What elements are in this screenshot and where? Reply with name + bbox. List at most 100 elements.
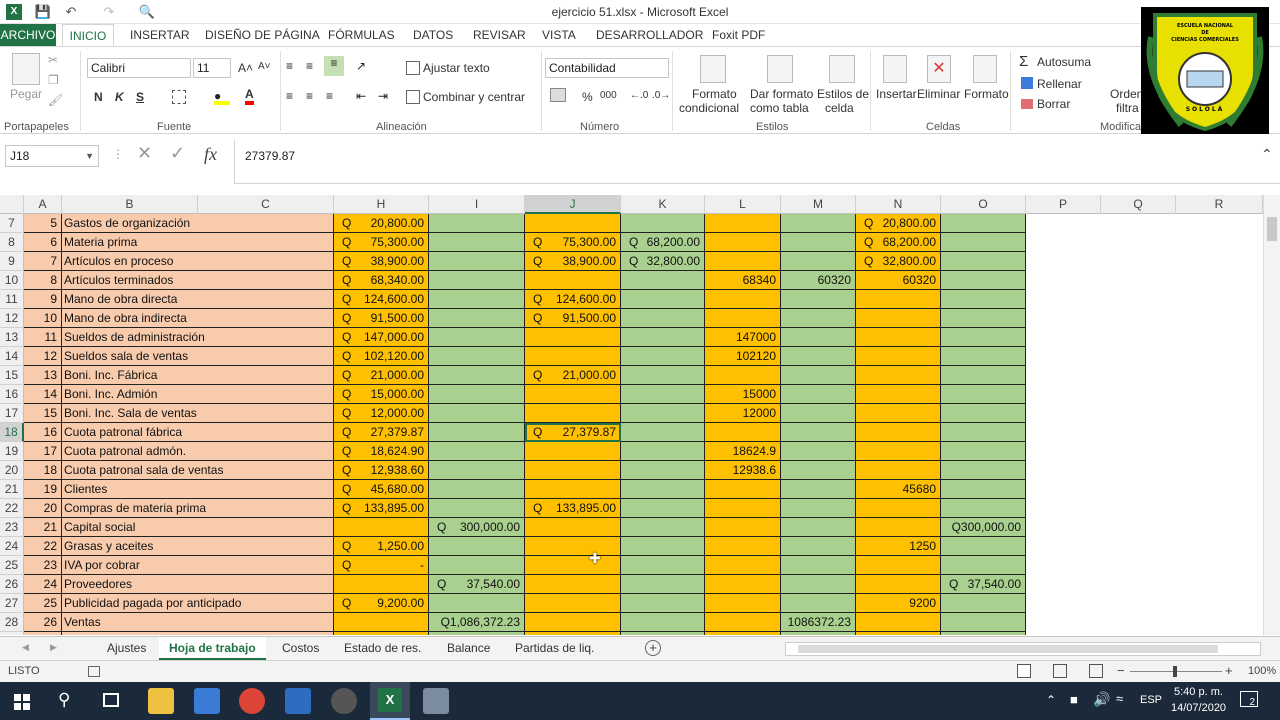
tab-scroll-left-icon[interactable]: ◀	[22, 642, 29, 653]
cell-o[interactable]	[941, 214, 1026, 233]
cell-j[interactable]	[525, 347, 621, 366]
cell-h[interactable]	[334, 613, 429, 632]
cell-i[interactable]	[429, 271, 525, 290]
cell-i[interactable]	[429, 442, 525, 461]
paste-icon[interactable]	[12, 53, 40, 85]
cell-q[interactable]	[1101, 404, 1176, 423]
format-cells-button[interactable]: Formato	[964, 87, 1009, 101]
cell-q[interactable]	[1101, 442, 1176, 461]
cell-h[interactable]: Q 38,900.00	[334, 252, 429, 271]
cell-k[interactable]	[621, 385, 705, 404]
cell-n[interactable]: Q 68,200.00	[856, 233, 941, 252]
select-all-corner[interactable]	[0, 195, 24, 214]
paste-button-label[interactable]: Pegar	[10, 87, 42, 101]
cell-i[interactable]	[429, 423, 525, 442]
cell-j[interactable]	[525, 461, 621, 480]
chrome-icon[interactable]	[239, 688, 265, 714]
cell-j[interactable]	[525, 556, 621, 575]
row-header[interactable]: 21	[0, 480, 24, 499]
clock-time[interactable]: 5:40 p. m.	[1174, 686, 1223, 698]
row-header[interactable]: 10	[0, 271, 24, 290]
tab-desarrollador[interactable]: DESARROLLADOR	[592, 24, 707, 46]
cell-k[interactable]	[621, 556, 705, 575]
cell-b[interactable]: Clientes	[62, 480, 334, 499]
cell-j[interactable]: Q 133,895.00	[525, 499, 621, 518]
grow-font-icon[interactable]: A˄	[238, 61, 253, 75]
cell-l[interactable]	[705, 594, 781, 613]
cell-b[interactable]: Sueldos de administración	[62, 328, 334, 347]
row-header[interactable]: 15	[0, 366, 24, 385]
row-header[interactable]: 27	[0, 594, 24, 613]
cell-styles-icon[interactable]	[829, 55, 855, 83]
tab-inicio[interactable]: INICIO	[62, 24, 114, 46]
cell-b[interactable]: Costos sobre compras de materia prima	[62, 632, 334, 635]
cell-q[interactable]	[1101, 575, 1176, 594]
cell-j[interactable]	[525, 537, 621, 556]
cell-k[interactable]	[621, 290, 705, 309]
cell-n[interactable]	[856, 499, 941, 518]
column-header-c[interactable]: C	[198, 195, 334, 214]
wrap-text-button[interactable]: Ajustar texto	[423, 61, 490, 75]
font-color-icon[interactable]: A	[245, 87, 254, 105]
cell-m[interactable]	[781, 328, 856, 347]
tab-datos[interactable]: DATOS	[409, 24, 457, 46]
cell-k[interactable]	[621, 518, 705, 537]
cell-i[interactable]	[429, 347, 525, 366]
cell-i[interactable]	[429, 594, 525, 613]
cell-l[interactable]: 68340	[705, 271, 781, 290]
row-header[interactable]: 8	[0, 233, 24, 252]
spreadsheet-grid[interactable]: ABCHIJKLMNOP Q R 7 5 Gastos de organización Q…	[0, 195, 1280, 635]
tab-foxit[interactable]: Foxit PDF	[708, 24, 769, 46]
cell-a[interactable]: 17	[24, 442, 62, 461]
cell-p[interactable]	[1026, 442, 1101, 461]
cancel-icon[interactable]: ✕	[137, 143, 152, 164]
wrap-text-icon[interactable]	[406, 61, 420, 75]
cell-l[interactable]	[705, 632, 781, 635]
cell-n[interactable]	[856, 518, 941, 537]
italic-button[interactable]: K	[115, 90, 124, 104]
cell-l[interactable]	[705, 613, 781, 632]
insert-cells-icon[interactable]	[883, 55, 907, 83]
cell-a[interactable]: 25	[24, 594, 62, 613]
cell-k[interactable]: Q 68,200.00	[621, 233, 705, 252]
cell-a[interactable]: 8	[24, 271, 62, 290]
column-header-m[interactable]: M	[781, 195, 856, 214]
cell-i[interactable]	[429, 385, 525, 404]
cell-h[interactable]: Q 20,800.00	[334, 214, 429, 233]
cell-r[interactable]	[1176, 518, 1263, 537]
cell-i[interactable]	[429, 404, 525, 423]
cell-q[interactable]	[1101, 537, 1176, 556]
cell-r[interactable]	[1176, 537, 1263, 556]
table-format-label-1[interactable]: Dar formato	[750, 87, 813, 101]
cell-j[interactable]: Q 38,900.00	[525, 252, 621, 271]
cell-b[interactable]: Sueldos sala de ventas	[62, 347, 334, 366]
cell-p[interactable]	[1026, 309, 1101, 328]
orientation-icon[interactable]: ↗	[356, 59, 366, 73]
cell-i[interactable]	[429, 480, 525, 499]
hscroll-thumb[interactable]	[798, 645, 1218, 653]
column-header-l[interactable]: L	[705, 195, 781, 214]
cell-j[interactable]: Q 75,300.00	[525, 233, 621, 252]
cell-n[interactable]: 9200	[856, 594, 941, 613]
column-header-i[interactable]: I	[429, 195, 525, 214]
cell-k[interactable]	[621, 613, 705, 632]
align-middle-icon[interactable]: ≡	[306, 59, 313, 73]
cell-l[interactable]	[705, 518, 781, 537]
cell-b[interactable]: Cuota patronal fábrica	[62, 423, 334, 442]
cell-i[interactable]	[429, 214, 525, 233]
cell-a[interactable]: 24	[24, 575, 62, 594]
zoom-level[interactable]: 100%	[1248, 665, 1276, 677]
row-header[interactable]: 20	[0, 461, 24, 480]
cell-p[interactable]	[1026, 499, 1101, 518]
fill-color-icon[interactable]: ●	[214, 89, 230, 105]
cell-q[interactable]	[1101, 556, 1176, 575]
cell-i[interactable]	[429, 632, 525, 635]
cell-i[interactable]	[429, 290, 525, 309]
cell-j[interactable]: Q 91,500.00	[525, 309, 621, 328]
cell-i[interactable]	[429, 366, 525, 385]
cell-a[interactable]: 13	[24, 366, 62, 385]
cell-q[interactable]	[1101, 347, 1176, 366]
cut-icon[interactable]: ✂	[48, 53, 58, 67]
cell-k[interactable]	[621, 271, 705, 290]
cell-m[interactable]	[781, 461, 856, 480]
